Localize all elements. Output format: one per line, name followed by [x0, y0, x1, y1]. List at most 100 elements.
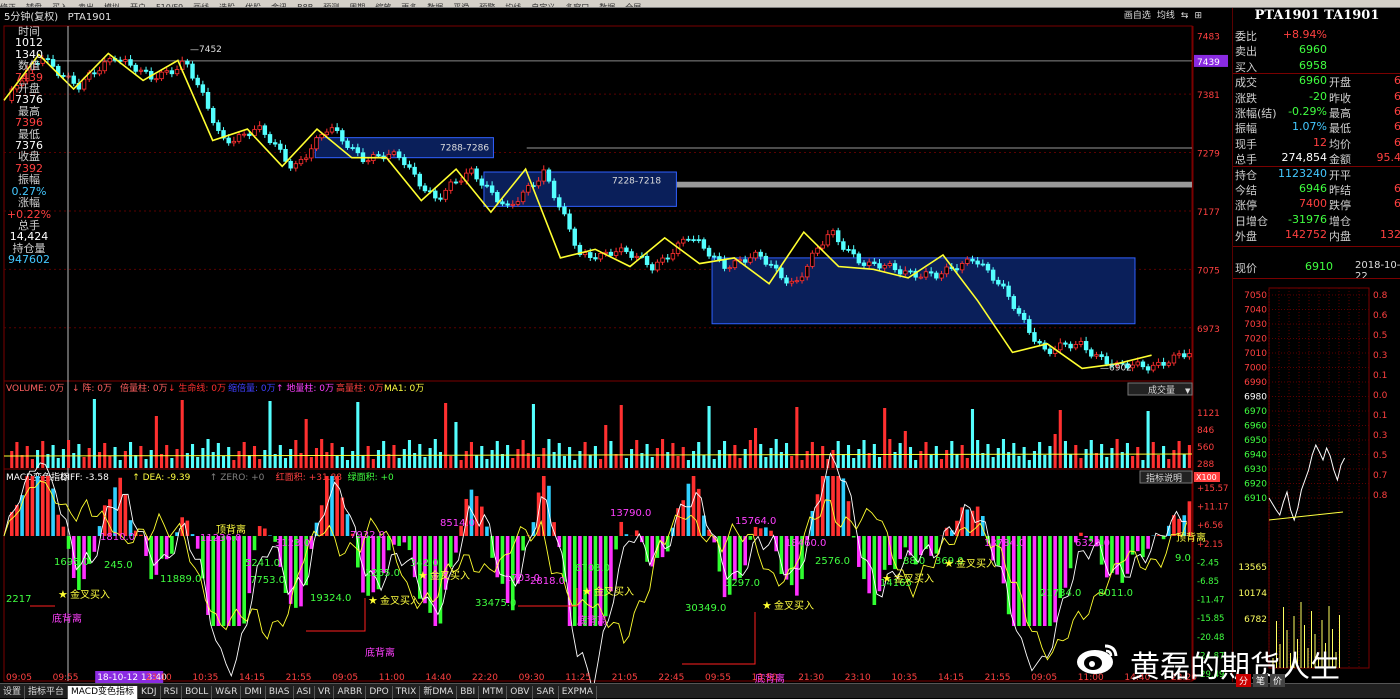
tab-0[interactable]: 设置 [0, 686, 25, 699]
time-axis-label: 23:10 [146, 673, 172, 683]
mini-axis-right: 0.5 [1373, 331, 1387, 341]
candle-body [996, 280, 1000, 284]
time-axis-label: 14:15 [239, 673, 265, 683]
macd-axis-label: -15.85 [1197, 614, 1224, 624]
candle-body [501, 202, 505, 204]
mini-axis-right: 0.3 [1373, 431, 1387, 441]
candle-body [873, 262, 877, 264]
mini-axis-label: 6910 [1244, 494, 1267, 504]
macd-value-label: 8514.0 [440, 518, 475, 529]
quote-value: 142752 [1285, 228, 1327, 241]
mini-tab-0[interactable]: 分 [1236, 674, 1251, 687]
time-axis-label: 14:40 [425, 673, 451, 683]
top-menubar: 修正辅盘买入卖出模拟开户F10/F9画线选股优股金讯B8B预测周期缩放更多数据平… [0, 0, 1400, 8]
candle-body [418, 174, 422, 186]
volume-legend-item: 高量柱: 0万 [336, 382, 384, 394]
candle-body [1089, 350, 1093, 356]
candle-body [165, 71, 169, 72]
mini-tab-2[interactable]: 价 [1270, 674, 1285, 687]
candle-body [883, 266, 887, 268]
quote-key: 涨幅(结) [1235, 105, 1277, 121]
tab-7[interactable]: DMI [241, 686, 265, 699]
tab-6[interactable]: W&R [212, 686, 241, 699]
now-label: 现价 [1235, 260, 1257, 276]
info-label: 涨幅 [4, 197, 54, 208]
candle-body [537, 181, 541, 186]
candle-body [852, 250, 856, 254]
weibo-logo-icon [1075, 642, 1121, 676]
mini-axis-label: 6940 [1244, 451, 1267, 461]
macd-value-label: 7753.0 [250, 575, 285, 586]
candle-body [439, 198, 443, 199]
candle-body [811, 253, 815, 266]
macd-value-label: 13790.0 [610, 508, 651, 519]
tab-1[interactable]: 指标平台 [25, 686, 68, 699]
mini-axis-right: 0.1 [1373, 371, 1387, 381]
tab-19[interactable]: EXPMA [559, 686, 597, 699]
mini-axis-label: 7040 [1244, 306, 1267, 316]
quote-value: 1123240 [1278, 167, 1327, 180]
tab-5[interactable]: BOLL [182, 686, 212, 699]
quote-value: 6 [1394, 136, 1400, 149]
info-value: 14,424 [4, 231, 54, 242]
candle-body [67, 76, 71, 77]
mini-tab-1[interactable]: 笔 [1253, 674, 1268, 687]
candle-body [495, 192, 499, 201]
candle-body [139, 70, 143, 71]
tab-2[interactable]: MACD变色指标 [68, 686, 138, 699]
candle-body [1188, 353, 1192, 356]
tab-10[interactable]: VR [315, 686, 334, 699]
tab-11[interactable]: ARBR [334, 686, 366, 699]
candle-body [1074, 344, 1078, 347]
mini-axis-right: 0.6 [1373, 311, 1388, 321]
quote-key: 外盘 [1235, 228, 1257, 244]
quote-key: 振幅 [1235, 120, 1257, 136]
candle-body [800, 277, 804, 281]
quote-value: 1.07% [1292, 120, 1327, 133]
range-label-1: 7288-7286 [440, 143, 489, 153]
quote-value: -31976 [1288, 213, 1327, 226]
buy-signal-label: 金叉买入 [380, 594, 420, 607]
tab-17[interactable]: OBV [507, 686, 533, 699]
macd-axis-label: +6.56 [1197, 521, 1223, 531]
tab-18[interactable]: SAR [533, 686, 558, 699]
tab-9[interactable]: ASI [294, 686, 316, 699]
tab-4[interactable]: RSI [161, 686, 183, 699]
mini-axis-label: 6980 [1244, 393, 1267, 403]
candle-body [1012, 296, 1016, 308]
chart-canvas[interactable]: —7452—69027288-72867228-7218748374397381… [0, 16, 1232, 683]
now-value: 6910 [1305, 260, 1333, 273]
macd-value-label: 13784.0 [984, 538, 1025, 549]
buy-signal-label: 金叉买入 [894, 572, 934, 585]
candle-body [408, 165, 412, 168]
candle-body [707, 248, 711, 256]
candle-body [377, 155, 381, 156]
mini-tick-chart[interactable]: 7050704070307020701070006990698069706960… [1233, 280, 1400, 672]
mini-axis-label: 7000 [1244, 364, 1267, 374]
price-axis-label: 6973 [1197, 325, 1220, 335]
candle-body [237, 135, 241, 142]
macd-value-label: 2576.0 [815, 556, 850, 567]
candle-body [346, 141, 350, 148]
candle-body [449, 182, 453, 190]
quote-value: 6 [1394, 120, 1400, 133]
star-icon: ★ [582, 585, 592, 598]
tab-12[interactable]: DPO [366, 686, 392, 699]
candle-body [635, 256, 639, 257]
macd-value-label: 6328.0 [1075, 538, 1110, 549]
tab-16[interactable]: MTM [479, 686, 507, 699]
tab-3[interactable]: KDJ [138, 686, 161, 699]
quote-value: 12 [1313, 136, 1327, 149]
candle-body [862, 263, 866, 266]
tab-13[interactable]: TRIX [393, 686, 421, 699]
candle-body [258, 126, 262, 130]
quote-row: 现手12均价6 [1233, 136, 1400, 151]
candle-body [217, 123, 221, 131]
tab-15[interactable]: BBI [457, 686, 479, 699]
macd-value-label: 19324.0 [310, 593, 351, 604]
macd-legend-item: 绿面积: +0 [348, 471, 394, 483]
tab-14[interactable]: 新DMA [420, 686, 457, 699]
time-axis-label: 21:55 [286, 673, 312, 683]
quote-row: 外盘142752内盘132 [1233, 228, 1400, 243]
tab-8[interactable]: BIAS [266, 686, 294, 699]
